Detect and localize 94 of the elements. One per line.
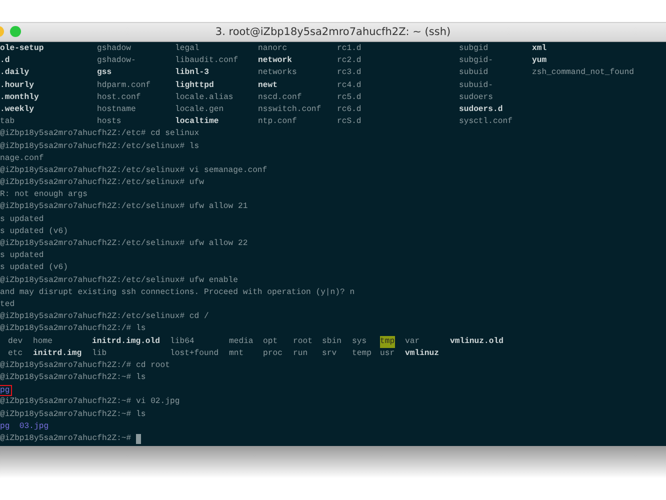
file-name: network [258,55,292,68]
file-name: networks [258,67,297,80]
file-name: rc4.d [337,80,362,92]
file-name: hostname [97,104,136,116]
file-name: run [293,348,308,360]
file-name: sudoers [459,92,493,104]
terminal-line: @iZbp18y5sa2mro7ahucfh2Z:/etc# cd selinux [0,128,200,140]
terminal-line: ted [0,298,15,311]
file-name: .hourly [0,80,34,92]
file-name: ntp.conf [258,116,297,128]
file-name: rcS.d [337,116,362,128]
terminal-line: and may disrupt existing ssh connections. Proceed with operation (y|n)? n [0,286,355,299]
file-name: locale.alias [175,92,234,104]
file-name: lib64 [170,336,194,348]
terminal-line: @iZbp18y5sa2mro7ahucfh2Z:~# ls [0,372,146,384]
file-name: libnl-3 [175,67,209,80]
terminal-line: @iZbp18y5sa2mro7ahucfh2Z:~# ls [0,408,146,421]
file-name: var [405,336,420,348]
file-name: temp [352,348,372,360]
file-name: sysctl.conf [459,116,512,128]
file-name: sys [352,336,367,348]
terminal-line: @iZbp18y5sa2mro7ahucfh2Z:/etc/selinux# ls [0,140,200,152]
file-name: etc [8,348,23,360]
file-name: rc6.d [337,104,362,116]
file-name: sudoers.d [459,104,503,116]
file-name: hosts [97,116,122,128]
file-name: home [33,336,52,348]
file-name: subgid- [459,55,493,68]
file-name: vmlinuz [405,348,439,360]
file-name: lighttpd [175,80,214,92]
file-name: yum [532,55,547,68]
file-name: newt [258,80,278,92]
terminal-line: s updated [0,250,44,262]
file-name: .daily [0,67,30,80]
file-name: rc1.d [337,43,362,55]
terminal-line: @iZbp18y5sa2mro7ahucfh2Z:/etc/selinux# vi semanage.conf [0,164,268,177]
terminal-line: s updated [0,214,44,226]
file-name: hdparm.conf [97,80,150,92]
file-name: .monthly [0,92,39,104]
terminal-line: nage.conf [0,152,44,165]
file-name: tab [0,116,15,128]
terminal-line: @iZbp18y5sa2mro7ahucfh2Z:/etc/selinux# ufw allow 22 [0,238,248,250]
file-name: opt [263,336,278,348]
file-name: pg [0,384,12,396]
file-name: locale.gen [175,104,224,116]
file-name: initrd.img.old [92,336,160,348]
terminal-line: @iZbp18y5sa2mro7ahucfh2Z:/# cd root [0,360,170,372]
terminal-line: @iZbp18y5sa2mro7ahucfh2Z:/etc/selinux# ufw allow 21 [0,201,248,214]
window-title: 3. root@iZbp18y5sa2mro7ahucfh2Z: ~ (ssh) [215,26,451,38]
file-name: usr [380,348,395,360]
terminal-line: @iZbp18y5sa2mro7ahucfh2Z:/etc/selinux# ufw enable [0,274,238,287]
file-name: mnt [229,348,244,360]
file-name: gshadow- [97,55,136,68]
file-name: subuid- [459,80,493,92]
file-name: lost+found [170,348,219,360]
terminal-line: @iZbp18y5sa2mro7ahucfh2Z:/# ls [0,323,146,336]
terminal-line: s updated (v6) [0,226,68,238]
file-name: vmlinuz.old [450,336,504,348]
file-name: gss [97,67,112,80]
file-name: rc2.d [337,55,362,68]
terminal-line: @iZbp18y5sa2mro7ahucfh2Z:~# vi 02.jpg [0,396,180,408]
file-name: sbin [322,336,342,348]
terminal-line: s updated (v6) [0,262,68,274]
file-name: subuid [459,67,488,80]
file-name: legal [175,43,200,55]
file-name: lib [92,348,107,360]
file-name: xml [532,43,547,55]
terminal-line: R: not enough args [0,189,88,202]
file-name: dev [8,336,23,348]
file-name: rc5.d [337,92,362,104]
file-name: host.conf [97,92,141,104]
file-name: srv [322,348,337,360]
file-name: .d [0,55,10,68]
file-name: media [229,336,254,348]
zoom-button[interactable] [10,26,21,37]
file-name: pg 03.jpg [0,421,50,432]
file-name: subgid [459,43,488,55]
file-name: gshadow [97,43,131,55]
file-name: rc3.d [337,67,362,80]
file-name: .weekly [0,104,34,116]
file-name: ole-setup [0,43,44,55]
terminal-line: @iZbp18y5sa2mro7ahucfh2Z:/etc/selinux# ufw [0,177,204,190]
file-name: tmp [380,336,395,348]
file-name: nanorc [258,43,288,55]
file-name: root [293,336,312,348]
file-name: nsswitch.conf [258,104,322,116]
file-name: libaudit.conf [175,55,238,68]
file-name: nscd.conf [258,92,302,104]
file-name: localtime [175,116,219,128]
terminal-line: @iZbp18y5sa2mro7ahucfh2Z:~# [0,433,132,445]
terminal-line: @iZbp18y5sa2mro7ahucfh2Z:/etc/selinux# cd / [0,311,209,324]
file-name: zsh_command_not_found [532,67,634,80]
file-name: initrd.img [33,348,82,360]
file-name: proc [263,348,282,360]
